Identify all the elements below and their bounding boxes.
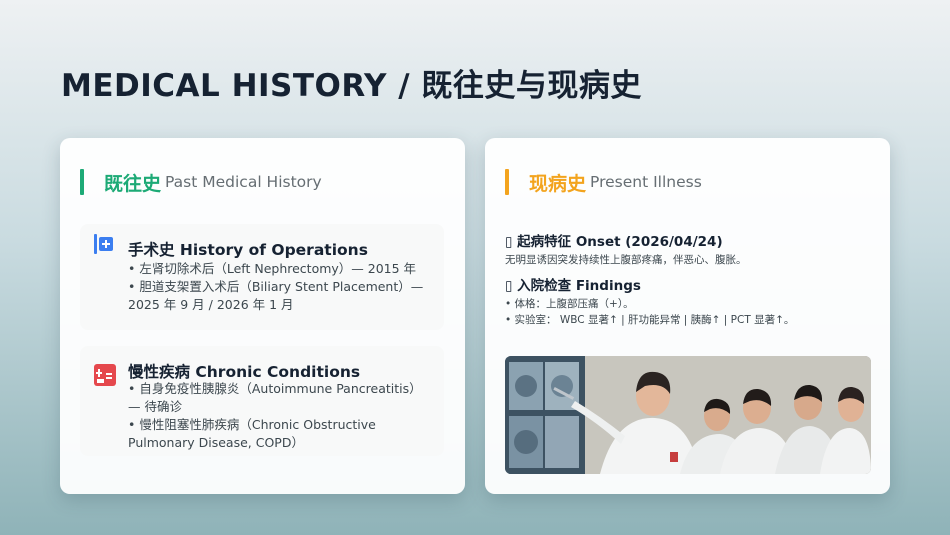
past-history-card: 既往史 Past Medical History 手术史 History of …: [60, 138, 465, 494]
onset-block: ▯ 起病特征 Onset (2026/04/24) 无明显诱因突发持续性上腹部疼…: [505, 230, 747, 268]
chronic-conditions-section: 慢性疾病 Chronic Conditions • 自身免疫性胰腺炎（Autoi…: [80, 346, 444, 456]
accent-bar: [505, 169, 509, 195]
chronic-conditions-title: 慢性疾病 Chronic Conditions: [128, 363, 361, 381]
list-item: • 慢性阻塞性肺疾病（Chronic Obstructive Pulmonary…: [128, 417, 376, 450]
past-history-title-zh: 既往史: [104, 172, 162, 195]
present-illness-card: 现病史 Present Illness ▯ 起病特征 Onset (2026/0…: [485, 138, 890, 494]
list-item: • 左肾切除术后（Left Nephrectomy）— 2015 年: [128, 261, 417, 276]
medical-plus-icon: [94, 234, 114, 254]
operations-section: 手术史 History of Operations • 左肾切除术后（Left …: [80, 224, 444, 330]
present-illness-title-zh: 现病史: [529, 172, 587, 195]
past-history-header: 既往史 Past Medical History: [80, 169, 322, 195]
findings-item: • 实验室： WBC 显著↑ | 肝功能异常 | 胰酶↑ | PCT 显著↑。: [505, 314, 795, 326]
page-title: MEDICAL HISTORY / 既往史与现病史: [61, 68, 642, 104]
chronic-conditions-list: • 自身免疫性胰腺炎（Autoimmune Pancreatitis）— 待确诊…: [128, 380, 428, 452]
findings-item: • 体格：上腹部压痛（+）。: [505, 298, 634, 310]
findings-title: ▯ 入院检查 Findings: [505, 278, 641, 294]
operations-list: • 左肾切除术后（Left Nephrectomy）— 2015 年 • 胆道支…: [128, 260, 428, 314]
past-history-title-en: Past Medical History: [165, 173, 322, 191]
doctors-reviewing-scans-photo: [505, 356, 871, 474]
list-item: • 自身免疫性胰腺炎（Autoimmune Pancreatitis）— 待确诊: [128, 381, 422, 414]
onset-text: 无明显诱因突发持续性上腹部疼痛，伴恶心、腹胀。: [505, 254, 747, 266]
photo-illustration: [505, 356, 871, 474]
findings-block: ▯ 入院检查 Findings • 体格：上腹部压痛（+）。 • 实验室： WB…: [505, 274, 794, 328]
present-illness-header: 现病史 Present Illness: [505, 169, 702, 195]
list-item: • 胆道支架置入术后（Biliary Stent Placement）— 202…: [128, 279, 424, 312]
operations-title: 手术史 History of Operations: [128, 241, 368, 259]
onset-title: ▯ 起病特征 Onset (2026/04/24): [505, 234, 723, 250]
hospital-icon: [94, 364, 116, 386]
accent-bar: [80, 169, 84, 195]
present-illness-title-en: Present Illness: [590, 173, 702, 191]
